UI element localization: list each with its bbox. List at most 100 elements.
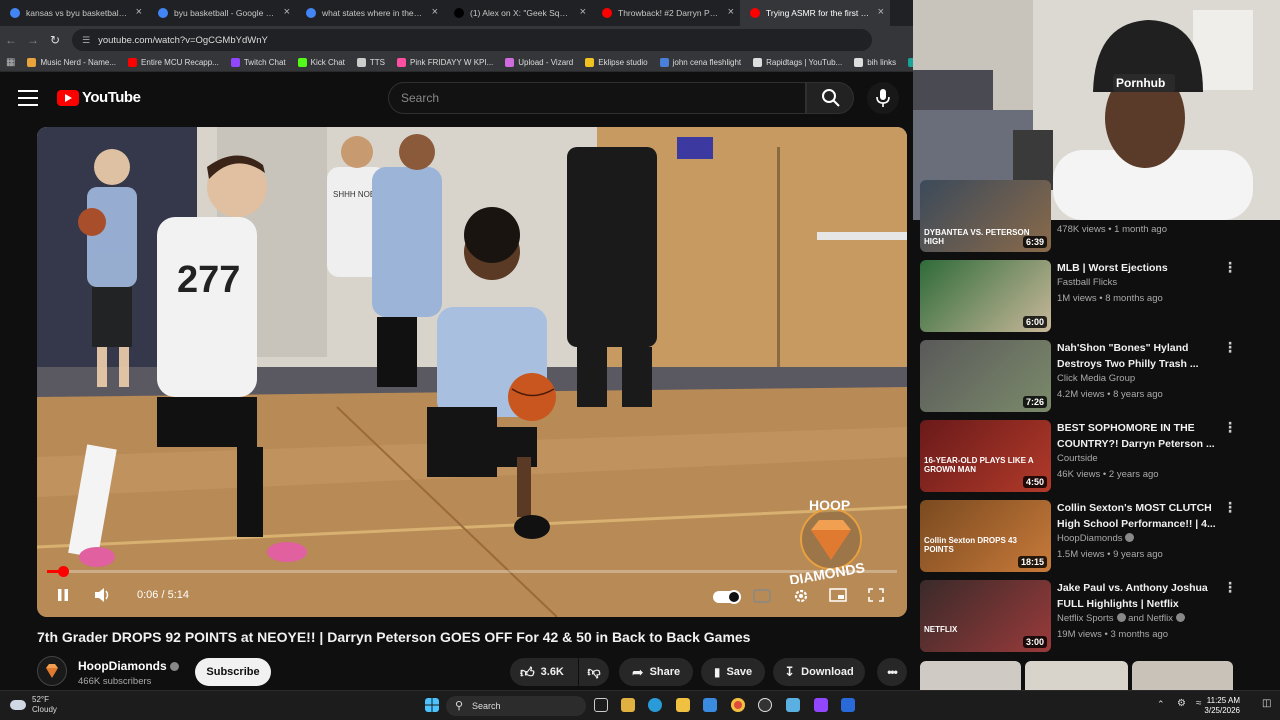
recommendation-thumbnail[interactable]: Collin Sexton DROPS 43 POINTS 18:15 <box>920 500 1051 572</box>
back-icon[interactable]: ← <box>0 33 22 47</box>
bookmark-item[interactable]: Entire MCU Recapp... <box>128 58 219 67</box>
recommendation-channel[interactable]: Click Media Group <box>1057 373 1135 384</box>
recommendation-item[interactable]: Collin Sexton DROPS 43 POINTS 18:15 Collin… <box>920 500 1260 572</box>
recommendation-title[interactable]: Nah'Shon "Bones" Hyland Destroys Two Phi… <box>1057 340 1217 372</box>
bookmark-item[interactable]: Eklipse studio <box>585 58 648 67</box>
store-icon[interactable] <box>703 698 717 712</box>
network-icon[interactable]: ⚙ <box>1177 698 1186 709</box>
settings-icon[interactable] <box>792 587 810 605</box>
notifications-icon[interactable]: ◫ <box>1262 698 1271 709</box>
taskbar-search[interactable]: ⚲ Search <box>446 696 586 716</box>
tab-close-icon[interactable]: × <box>136 6 142 18</box>
task-view-icon[interactable] <box>594 698 608 712</box>
app-icon[interactable] <box>841 698 855 712</box>
youtube-logo[interactable]: YouTube <box>57 89 141 106</box>
peek-thumb[interactable] <box>1025 661 1128 690</box>
recommendation-item[interactable]: 6:00 MLB | Worst Ejections Fastball Flicks… <box>920 260 1260 332</box>
recommendation-thumbnail[interactable]: 6:00 <box>920 260 1051 332</box>
recommendation-item[interactable]: NETFLIX 3:00 Jake Paul vs. Anthony Joshua … <box>920 580 1260 652</box>
recommendation-channel[interactable]: Netflix Sports and Netflix <box>1057 613 1186 624</box>
system-clock[interactable]: 11:25 AM 3/25/2026 <box>1190 696 1240 716</box>
copilot-icon[interactable] <box>621 698 635 712</box>
notepad-icon[interactable] <box>786 698 800 712</box>
more-vertical-icon[interactable]: ⋮ <box>1223 260 1237 274</box>
url-field[interactable]: ☰ youtube.com/watch?v=OgCGMbYdWnY <box>72 29 872 51</box>
browser-tab[interactable]: Trying ASMR for the first time!! × <box>740 0 890 26</box>
recommendation-thumbnail[interactable]: DYBANTEA VS. PETERSON HIGH 6:39 <box>920 180 1051 252</box>
pause-icon[interactable] <box>55 587 71 603</box>
bookmark-item[interactable]: john cena fleshlight <box>659 58 741 67</box>
more-vertical-icon[interactable]: ⋮ <box>1223 420 1237 434</box>
windows-start-icon[interactable] <box>425 698 439 712</box>
fullscreen-icon[interactable] <box>867 587 885 603</box>
bookmark-item[interactable]: Upload - Vizard <box>505 58 573 67</box>
tab-close-icon[interactable]: × <box>580 6 586 18</box>
weather-widget[interactable]: 52°F Cloudy <box>10 695 57 715</box>
like-button[interactable]: 👍︎ 3.6K <box>510 658 578 686</box>
browser-tab[interactable]: byu basketball - Google Search × <box>148 0 296 26</box>
site-info-icon[interactable]: ☰ <box>82 35 90 46</box>
bookmark-item[interactable]: Pink FRIDAYY W KPI... <box>396 58 493 67</box>
tray-chevron-icon[interactable]: ⌃ <box>1157 699 1165 710</box>
obs-icon[interactable] <box>758 698 772 712</box>
bookmark-item[interactable]: TTS <box>356 58 385 67</box>
captions-icon[interactable] <box>753 589 771 603</box>
tab-title: Trying ASMR for the first time!! <box>766 8 870 18</box>
peek-thumb[interactable] <box>920 661 1021 690</box>
browser-tab[interactable]: (1) Alex on X: "Geek Squad dro × <box>444 0 592 26</box>
video-player[interactable]: 277 SHHH NOBODY CARES <box>37 127 907 617</box>
tab-close-icon[interactable]: × <box>878 6 884 18</box>
edge-icon[interactable] <box>648 698 662 712</box>
dislike-button[interactable]: 👎︎ <box>579 658 609 686</box>
miniplayer-icon[interactable] <box>829 587 847 603</box>
progress-bar[interactable] <box>47 566 897 577</box>
recommendation-item[interactable]: 7:26 Nah'Shon "Bones" Hyland Destroys Two… <box>920 340 1260 412</box>
recommendation-channel[interactable]: Fastball Flicks <box>1057 277 1117 288</box>
apps-icon[interactable]: ▦ <box>6 57 15 68</box>
more-actions-button[interactable]: ••• <box>877 658 907 686</box>
more-vertical-icon[interactable]: ⋮ <box>1223 500 1237 514</box>
recommendation-title[interactable]: MLB | Worst Ejections <box>1057 260 1217 276</box>
bookmark-item[interactable]: Music Nerd - Name... <box>27 58 116 67</box>
reload-icon[interactable]: ↻ <box>44 33 66 47</box>
tab-close-icon[interactable]: × <box>284 6 290 18</box>
voice-search-button[interactable] <box>867 82 899 114</box>
file-explorer-icon[interactable] <box>676 698 690 712</box>
bookmark-item[interactable]: Twitch Chat <box>230 58 286 67</box>
browser-tab[interactable]: kansas vs byu basketball - Goo × <box>0 0 148 26</box>
autoplay-toggle[interactable] <box>713 590 741 604</box>
chrome-icon[interactable] <box>731 698 745 712</box>
bookmark-item[interactable]: bih links <box>854 58 896 67</box>
channel-avatar[interactable] <box>37 656 67 686</box>
bookmark-item[interactable]: Kick Chat <box>297 58 345 67</box>
recommendation-channel[interactable]: Courtside <box>1057 453 1098 464</box>
browser-tab[interactable]: what states where in the Louisi × <box>296 0 444 26</box>
share-label: Share <box>649 666 681 678</box>
recommendation-thumbnail[interactable]: 7:26 <box>920 340 1051 412</box>
more-vertical-icon[interactable]: ⋮ <box>1223 340 1237 354</box>
recommendation-thumbnail[interactable]: 16-YEAR-OLD PLAYS LIKE A GROWN MAN 4:50 <box>920 420 1051 492</box>
bookmark-item[interactable]: Rapidtags | YouTub... <box>753 58 842 67</box>
download-button[interactable]: ↧ Download <box>773 658 865 686</box>
tab-close-icon[interactable]: × <box>432 6 438 18</box>
peek-thumb[interactable] <box>1132 661 1233 690</box>
twitch-icon[interactable] <box>814 698 828 712</box>
recommendation-title[interactable]: Collin Sexton's MOST CLUTCH High School … <box>1057 500 1217 532</box>
channel-name[interactable]: HoopDiamonds <box>78 659 179 673</box>
recommendation-channel[interactable]: HoopDiamonds <box>1057 533 1135 544</box>
recommendation-item[interactable]: 16-YEAR-OLD PLAYS LIKE A GROWN MAN 4:50 BE… <box>920 420 1260 492</box>
menu-icon[interactable] <box>18 90 38 106</box>
subscribe-button[interactable]: Subscribe <box>195 658 271 686</box>
search-button[interactable] <box>806 82 854 114</box>
forward-icon[interactable]: → <box>22 33 44 47</box>
save-button[interactable]: ▮ Save <box>701 658 765 686</box>
more-vertical-icon[interactable]: ⋮ <box>1223 580 1237 594</box>
volume-icon[interactable] <box>94 587 112 603</box>
share-button[interactable]: ➦ Share <box>619 658 693 686</box>
recommendation-title[interactable]: BEST SOPHOMORE IN THE COUNTRY?! Darryn P… <box>1057 420 1217 452</box>
search-input[interactable]: Search <box>388 82 806 114</box>
recommendation-thumbnail[interactable]: NETFLIX 3:00 <box>920 580 1051 652</box>
browser-tab[interactable]: Throwback! #2 Darryn Peterson × <box>592 0 740 26</box>
tab-close-icon[interactable]: × <box>728 6 734 18</box>
recommendation-title[interactable]: Jake Paul vs. Anthony Joshua FULL Highli… <box>1057 580 1217 612</box>
